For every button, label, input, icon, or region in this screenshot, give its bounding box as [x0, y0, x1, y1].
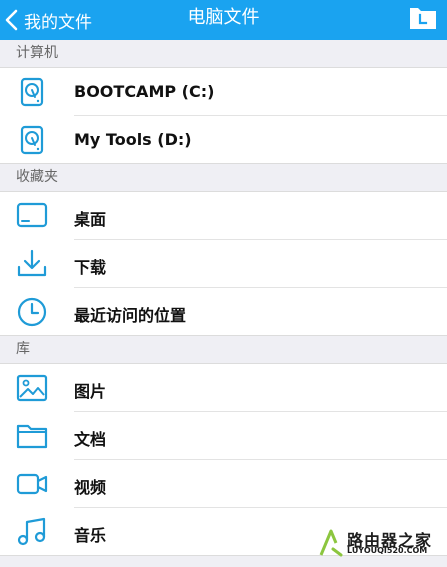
list-item-label: 音乐 [74, 526, 107, 545]
section-header-favorites: 收藏夹 [0, 164, 447, 192]
list-item-drive-d[interactable]: My Tools (D:) [0, 116, 447, 164]
list-item-downloads[interactable]: 下载 [0, 240, 447, 288]
list-item-label: 图片 [74, 382, 107, 401]
list-item-label: BOOTCAMP (C:) [74, 82, 215, 101]
list-item-label: 最近访问的位置 [74, 306, 187, 325]
watermark-url: LUYOUQI520.COM [347, 546, 428, 555]
folder-icon [16, 424, 48, 449]
section-header-library: 库 [0, 336, 447, 364]
folder-icon[interactable] [409, 4, 437, 30]
list-item-drive-c[interactable]: BOOTCAMP (C:) [0, 68, 447, 116]
list-item-documents[interactable]: 文档 [0, 412, 447, 460]
navigation-bar: 我的文件 电脑文件 [0, 0, 447, 40]
list-item-videos[interactable]: 视频 [0, 460, 447, 508]
image-icon [16, 374, 48, 402]
watermark: 路由器之家 LUYOUQI520.COM [319, 527, 439, 559]
download-icon [17, 249, 47, 277]
watermark-logo-icon [319, 529, 343, 557]
video-icon [16, 473, 48, 495]
list-item-label: My Tools (D:) [74, 130, 192, 149]
section-header-computer: 计算机 [0, 40, 447, 68]
list-item-label: 文档 [74, 430, 107, 449]
list-item-label: 下载 [74, 258, 107, 277]
page-title: 电脑文件 [187, 7, 260, 28]
hard-drive-icon [20, 125, 44, 155]
list-item-desktop[interactable]: 桌面 [0, 192, 447, 240]
list-item-pictures[interactable]: 图片 [0, 364, 447, 412]
list-item-recent[interactable]: 最近访问的位置 [0, 288, 447, 336]
clock-icon [17, 297, 47, 327]
hard-drive-icon [20, 77, 44, 107]
desktop-icon [16, 202, 48, 228]
list-item-label: 视频 [74, 478, 107, 497]
music-icon [17, 517, 46, 546]
list-item-label: 桌面 [74, 210, 107, 229]
